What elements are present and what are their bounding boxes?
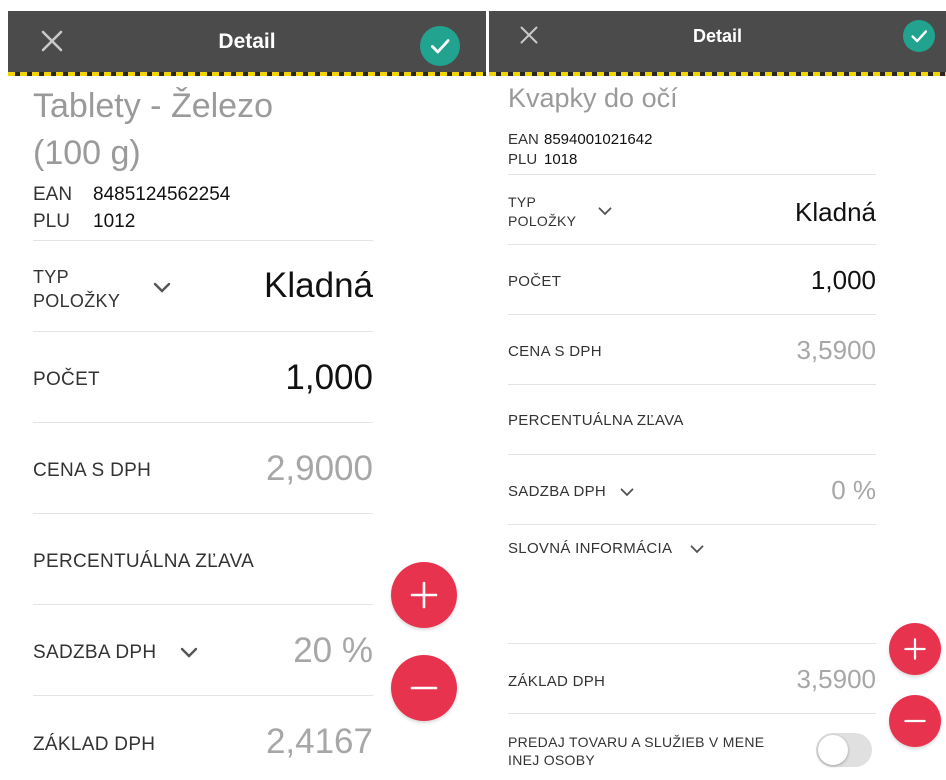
item-type-value: Kladná	[795, 197, 876, 227]
price-value[interactable]: 3,5900	[796, 335, 876, 366]
decrease-button[interactable]	[889, 695, 941, 747]
quantity-row[interactable]: POČET 1,000	[0, 332, 486, 422]
item-name: Kvapky do očí	[508, 83, 678, 113]
plu-line: PLU 1018	[508, 151, 577, 168]
vat-base-value: 3,5900	[796, 664, 876, 694]
discount-row[interactable]: PERCENTUÁLNA ZĽAVA	[486, 385, 946, 454]
toggle-knob	[818, 735, 848, 765]
ean-line: EAN 8485124562254	[33, 184, 230, 206]
vat-rate-label: SADZBA DPH	[33, 642, 157, 663]
vat-base-row: ZÁKLAD DPH 3,5900	[486, 644, 946, 713]
vat-base-label: ZÁKLAD DPH	[33, 734, 156, 755]
chevron-down-icon	[690, 545, 704, 554]
confirm-button[interactable]	[420, 26, 460, 66]
item-type-row[interactable]: TYP POLOŽKY Kladná	[486, 175, 946, 244]
chevron-down-icon	[598, 207, 612, 216]
toolbar: Detail	[489, 11, 946, 76]
chevron-down-icon	[153, 282, 171, 293]
checkmark-icon	[911, 30, 928, 43]
discount-label: PERCENTUÁLNA ZĽAVA	[33, 551, 255, 572]
ean-value: 8594001021642	[544, 131, 653, 148]
minus-icon	[410, 686, 438, 690]
item-type-label-line2: POLOŽKY	[508, 213, 577, 229]
plu-label: PLU	[33, 211, 70, 232]
toolbar: Detail	[8, 11, 486, 76]
minus-icon	[904, 719, 926, 723]
ean-line: EAN 8594001021642	[508, 131, 652, 148]
quantity-label: POČET	[508, 273, 562, 290]
third-party-sale-toggle[interactable]	[816, 733, 872, 767]
price-value[interactable]: 2,9000	[266, 449, 373, 489]
item-name-line1: Tablety - Železo	[33, 87, 273, 125]
plu-value: 1012	[93, 211, 136, 232]
item-type-label-line2: POLOŽKY	[33, 291, 121, 311]
chevron-down-icon	[620, 488, 634, 497]
third-party-sale-label-line2: INEJ OSOBY	[508, 752, 596, 768]
text-info-row[interactable]: SLOVNÁ INFORMÁCIA	[486, 525, 946, 643]
toolbar-stripe	[8, 72, 486, 76]
vat-rate-row[interactable]: SADZBA DPH 0 %	[486, 455, 946, 524]
item-name-line2: (100 g)	[33, 134, 141, 172]
chevron-down-icon	[180, 647, 198, 658]
quantity-row[interactable]: POČET 1,000	[486, 245, 946, 314]
toolbar-title: Detail	[692, 26, 743, 46]
third-party-sale-row: PREDAJ TOVARU A SLUŽIEB V MENE INEJ OSOB…	[486, 714, 946, 780]
quantity-value[interactable]: 1,000	[285, 358, 373, 398]
discount-label: PERCENTUÁLNA ZĽAVA	[508, 412, 684, 429]
item-type-label-line1: TYP	[508, 194, 537, 210]
vat-base-value: 2,4167	[265, 722, 373, 761]
plu-label: PLU	[508, 151, 538, 168]
vat-rate-value: 20 %	[293, 631, 373, 670]
item-type-label-line1: TYP	[33, 267, 69, 287]
price-label: CENA S DPH	[33, 460, 152, 481]
ean-label: EAN	[33, 184, 73, 205]
item-type-row[interactable]: TYP POLOŽKY Kladná	[0, 241, 486, 331]
plu-line: PLU 1012	[33, 211, 135, 233]
item-type-value: Kladná	[264, 266, 373, 305]
checkmark-icon	[431, 39, 450, 54]
ean-value: 8485124562254	[93, 184, 231, 205]
price-row[interactable]: CENA S DPH 3,5900	[486, 315, 946, 384]
plus-icon	[904, 638, 926, 660]
vat-rate-label: SADZBA DPH	[508, 483, 607, 500]
price-label: CENA S DPH	[508, 343, 602, 360]
confirm-button[interactable]	[903, 20, 935, 52]
toolbar-stripe	[489, 72, 946, 76]
vat-base-label: ZÁKLAD DPH	[508, 673, 606, 690]
third-party-sale-label-line1: PREDAJ TOVARU A SLUŽIEB V MENE	[508, 734, 765, 750]
plu-value: 1018	[544, 151, 578, 168]
text-info-label: SLOVNÁ INFORMÁCIA	[508, 540, 673, 557]
quantity-label: POČET	[33, 369, 100, 390]
left-detail-screen: Detail Tablety - Železo (100 g) EAN 84851…	[0, 0, 486, 780]
ean-label: EAN	[508, 131, 539, 148]
toolbar-title: Detail	[218, 30, 276, 53]
quantity-value[interactable]: 1,000	[811, 265, 876, 296]
right-detail-screen: Detail Kvapky do očí EAN 8594001021642 PL…	[486, 0, 946, 780]
decrease-button[interactable]	[391, 655, 457, 721]
plus-icon	[410, 581, 438, 609]
increase-button[interactable]	[889, 623, 941, 675]
price-row[interactable]: CENA S DPH 2,9000	[0, 423, 486, 513]
increase-button[interactable]	[391, 562, 457, 628]
vat-rate-value: 0 %	[831, 475, 876, 505]
